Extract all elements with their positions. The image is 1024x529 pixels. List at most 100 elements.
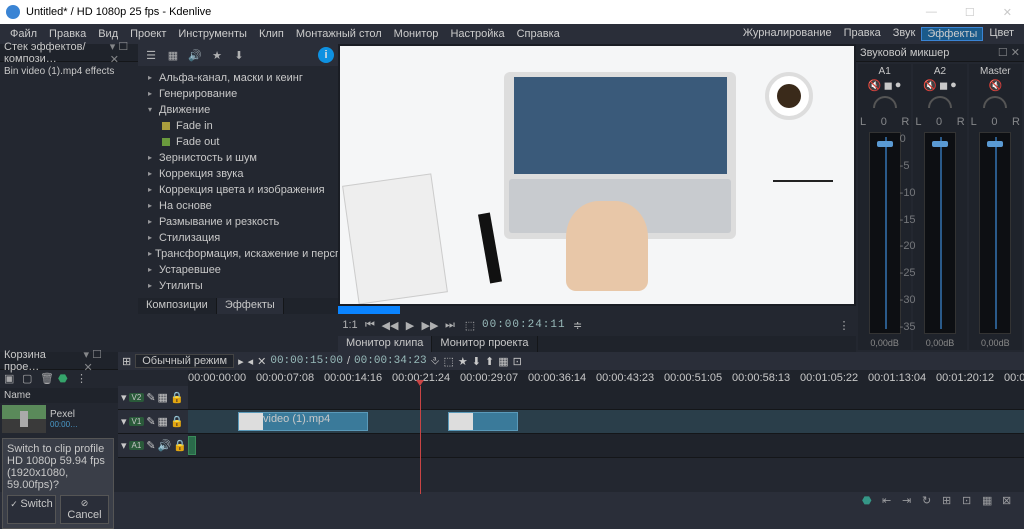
timeline-tracks[interactable]: ▾V2 ✎▦🔒 ▾V1 ✎▦🔒 video (1).mp4: [118, 386, 1024, 494]
menu-tools[interactable]: Инструменты: [172, 28, 253, 40]
add-folder-icon[interactable]: ▢: [22, 372, 36, 386]
track-header-v1[interactable]: ▾V1 ✎▦🔒: [118, 410, 188, 433]
mute-icon[interactable]: ▦: [158, 391, 168, 404]
tab-effects[interactable]: Эффекты: [217, 298, 284, 314]
tab-compositions[interactable]: Композиции: [138, 298, 217, 314]
forward-icon[interactable]: ▶▶: [422, 317, 438, 333]
clip-monitor[interactable]: [340, 46, 854, 304]
tool-icon[interactable]: ▸: [238, 355, 244, 368]
edit-icon[interactable]: ✎: [146, 391, 155, 404]
layout-color[interactable]: Цвет: [983, 27, 1020, 41]
status-icon[interactable]: ⇤: [882, 494, 898, 508]
playhead[interactable]: [420, 386, 421, 494]
ratio-label[interactable]: 1:1: [342, 317, 358, 333]
menu-edit[interactable]: Правка: [43, 28, 92, 40]
add-clip-icon[interactable]: ▣: [4, 372, 18, 386]
tree-item[interactable]: ▸Трансформация, искажение и перспектива: [148, 246, 334, 262]
expand-icon[interactable]: ⊞: [122, 355, 131, 368]
tool-icon[interactable]: ⬆: [485, 355, 494, 368]
layout-journal[interactable]: Журналирование: [737, 27, 838, 41]
rewind-start-icon[interactable]: ⏮: [362, 317, 378, 333]
options-icon[interactable]: ⋮: [836, 317, 852, 333]
tool-icon[interactable]: ▦: [498, 355, 508, 368]
status-icon[interactable]: ⊞: [942, 494, 958, 508]
timeline-audio-clip[interactable]: [188, 436, 196, 455]
maximize-button[interactable]: ☐: [959, 6, 981, 19]
timeline-ruler[interactable]: 00:00:00:00 00:00:07:08 00:00:14:16 00:0…: [188, 370, 1024, 386]
speaker-icon[interactable]: 🔊: [186, 46, 204, 64]
lock-icon[interactable]: 🔒: [170, 391, 184, 404]
pan-knob[interactable]: [873, 96, 897, 112]
menu-view[interactable]: Вид: [92, 28, 124, 40]
timeline-clip[interactable]: [448, 412, 518, 431]
effect-fade-in[interactable]: Fade in: [162, 118, 334, 134]
menu-timeline[interactable]: Монтажный стол: [290, 28, 388, 40]
status-icon[interactable]: ⊡: [962, 494, 978, 508]
bin-column-name[interactable]: Name: [0, 388, 118, 403]
menu-monitor[interactable]: Монитор: [388, 28, 445, 40]
menu-help[interactable]: Справка: [511, 28, 566, 40]
minimize-button[interactable]: —: [920, 6, 943, 19]
menu-project[interactable]: Проект: [124, 28, 172, 40]
download-icon[interactable]: ⬇: [230, 46, 248, 64]
tool-icon[interactable]: ⊡: [513, 355, 522, 368]
track-header-v2[interactable]: ▾V2 ✎▦🔒: [118, 386, 188, 409]
mute-icon[interactable]: 🔇: [868, 79, 882, 92]
info-icon[interactable]: i: [318, 47, 334, 63]
effect-fade-out[interactable]: Fade out: [162, 134, 334, 150]
tree-item[interactable]: ▸Коррекция звука: [148, 166, 334, 182]
tree-item-motion[interactable]: ▾Движение: [148, 102, 334, 118]
timeline-tc-in[interactable]: 00:00:15:00: [270, 355, 343, 367]
tree-item[interactable]: ▸Альфа-канал, маски и кеинг: [148, 70, 334, 86]
status-icon[interactable]: ⊠: [1002, 494, 1018, 508]
solo-icon[interactable]: ◼: [884, 79, 893, 92]
tree-item[interactable]: ▸Утилиты: [148, 278, 334, 294]
tree-item[interactable]: ▸Стилизация: [148, 230, 334, 246]
tree-item[interactable]: ▸Зернистость и шум: [148, 150, 334, 166]
tool-icon[interactable]: ⬚: [443, 355, 453, 368]
forward-end-icon[interactable]: ⏭: [442, 317, 458, 333]
menu-clip[interactable]: Клип: [253, 28, 290, 40]
rec-icon[interactable]: ●: [895, 79, 902, 92]
monitor-timecode[interactable]: 00:00:24:11: [482, 319, 566, 331]
list-icon[interactable]: ☰: [142, 46, 160, 64]
level-meter[interactable]: 0-5-10-15-20-25-30-35: [869, 132, 901, 334]
menu-settings[interactable]: Настройка: [444, 28, 510, 40]
tree-item[interactable]: ▸Коррекция цвета и изображения: [148, 182, 334, 198]
tab-clip-monitor[interactable]: Монитор клипа: [338, 336, 432, 352]
close-button[interactable]: ✕: [997, 6, 1018, 19]
tag-icon[interactable]: ⬣: [58, 372, 72, 386]
edit-mode-combo[interactable]: Обычный режим: [135, 354, 234, 368]
layout-effects[interactable]: Эффекты: [921, 27, 983, 41]
monitor-scrubber[interactable]: [338, 306, 400, 314]
tool-icon[interactable]: ◂: [248, 355, 254, 368]
star-icon[interactable]: ★: [208, 46, 226, 64]
tree-item[interactable]: ▸Генерирование: [148, 86, 334, 102]
close-panel-icon[interactable]: ▾ ☐ ✕: [110, 40, 134, 66]
layout-edit[interactable]: Правка: [838, 27, 887, 41]
tool-icon[interactable]: ⬇: [472, 355, 481, 368]
film-icon[interactable]: ▦: [164, 46, 182, 64]
status-icon[interactable]: ▦: [982, 494, 998, 508]
tree-item[interactable]: ▸На основе: [148, 198, 334, 214]
tool-icon[interactable]: ⎀: [431, 355, 440, 368]
zone-icon[interactable]: ⬚: [462, 317, 478, 333]
rewind-icon[interactable]: ◀◀: [382, 317, 398, 333]
status-icon[interactable]: ⬣: [862, 494, 878, 508]
play-icon[interactable]: ▶: [402, 317, 418, 333]
status-icon[interactable]: ⇥: [902, 494, 918, 508]
tab-project-monitor[interactable]: Монитор проекта: [432, 336, 537, 352]
tool-icon[interactable]: ✕: [257, 355, 266, 368]
stepper-icon[interactable]: ≑: [570, 317, 586, 333]
track-header-a1[interactable]: ▾A1 ✎🔊🔒: [118, 434, 188, 457]
tree-item[interactable]: ▸Размывание и резкость: [148, 214, 334, 230]
timeline-clip[interactable]: video (1).mp4: [238, 412, 368, 431]
menu-file[interactable]: Файл: [4, 28, 43, 40]
tool-icon[interactable]: ★: [458, 355, 468, 368]
bin-clip-item[interactable]: Pexel 00:00…: [0, 403, 118, 435]
status-icon[interactable]: ↻: [922, 494, 938, 508]
filter-icon[interactable]: ⋮: [76, 372, 90, 386]
layout-audio[interactable]: Звук: [887, 27, 922, 41]
tree-item[interactable]: ▸Устаревшее: [148, 262, 334, 278]
delete-icon[interactable]: 🗑: [40, 372, 54, 386]
